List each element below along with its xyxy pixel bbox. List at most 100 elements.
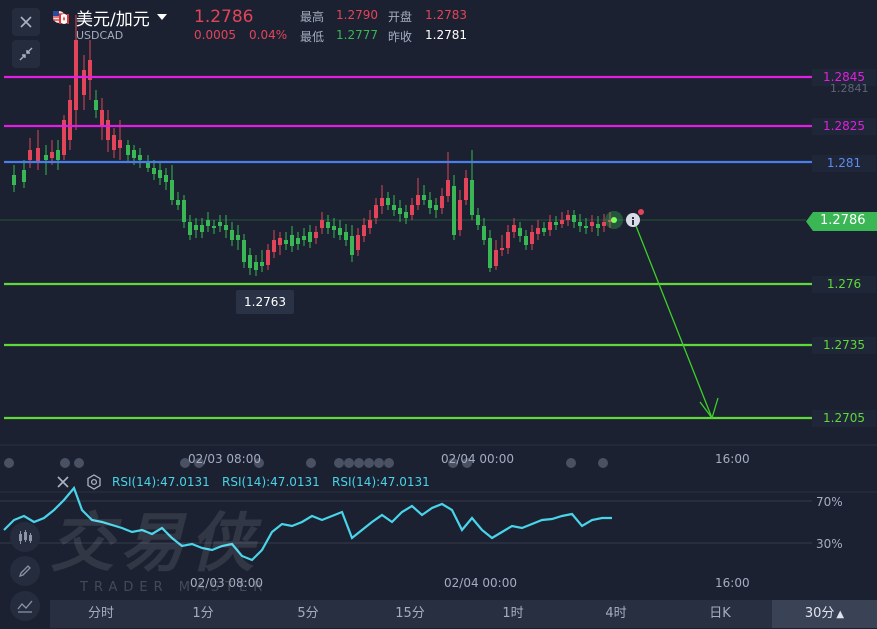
timeframe-1m[interactable]: 1分 — [178, 600, 228, 628]
candle-60 — [386, 198, 390, 205]
candle-31 — [212, 226, 216, 228]
candle-90 — [566, 215, 570, 220]
candle-92 — [578, 222, 582, 226]
timeline-marker-dot[interactable] — [384, 458, 394, 468]
candle-56 — [362, 225, 366, 236]
candle-23 — [164, 175, 168, 182]
open-label: 开盘 — [388, 10, 413, 24]
current-price-tag: 1.2786 — [806, 212, 877, 231]
level-tag-6[interactable]: 1.2705 — [812, 410, 876, 427]
candle-63 — [404, 212, 408, 218]
candle-58 — [374, 205, 378, 218]
us-ca-flag-icon — [53, 11, 69, 24]
candle-89 — [560, 220, 564, 224]
candle-25 — [176, 200, 180, 205]
candle-3 — [36, 148, 40, 162]
candle-47 — [308, 232, 312, 242]
chart-type-button[interactable] — [10, 591, 40, 621]
candle-10 — [82, 70, 86, 95]
candle-70 — [446, 180, 450, 196]
close-chart-button[interactable] — [12, 8, 40, 36]
prev-close-label: 昨收 — [388, 30, 413, 44]
candle-14 — [106, 120, 110, 140]
timeline-marker-dot[interactable] — [598, 458, 608, 468]
candle-30 — [206, 220, 210, 226]
candle-59 — [380, 198, 384, 206]
fullscreen-toggle-button[interactable] — [12, 40, 40, 68]
caret-up-icon: ▲ — [836, 609, 845, 620]
timeframe-4h[interactable]: 4时 — [591, 600, 641, 628]
time-label-1: 02/03 08:00 — [188, 452, 261, 466]
timeline-marker-dot[interactable] — [566, 458, 576, 468]
caret-down-icon — [156, 14, 167, 20]
timeframe-30m-selected[interactable]: 30分 ▲ — [772, 600, 877, 628]
price-change: 0.0005 — [194, 28, 236, 42]
candlestick-icon — [19, 530, 32, 544]
candle-21 — [152, 168, 156, 174]
timeline-marker-dot[interactable] — [334, 458, 344, 468]
prev-close-value: 1.2781 — [425, 28, 467, 42]
candle-57 — [368, 220, 372, 228]
close-icon — [57, 476, 69, 488]
candle-15 — [112, 135, 116, 150]
candle-19 — [138, 155, 142, 160]
close-indicator-button[interactable] — [55, 474, 71, 490]
alert-dot — [638, 209, 644, 215]
candle-1 — [22, 170, 26, 182]
candle-86 — [542, 228, 546, 232]
timeframe-15m[interactable]: 15分 — [385, 600, 435, 628]
rsi-time-label-2: 02/04 00:00 — [444, 576, 517, 590]
candle-66 — [422, 195, 426, 200]
symbol-code: USDCAD — [76, 29, 124, 42]
price-chart[interactable] — [0, 0, 877, 629]
timeframe-tick[interactable]: 分时 — [76, 600, 126, 628]
level-tag-3[interactable]: 1.281 — [812, 155, 876, 172]
level-tag-4[interactable]: 1.276 — [812, 276, 876, 293]
candle-29 — [200, 225, 204, 232]
open-value: 1.2783 — [425, 8, 467, 22]
rsi-time-label-1: 02/03 08:00 — [190, 576, 263, 590]
indicator-tool-button[interactable] — [10, 522, 40, 552]
timeline-marker-dot[interactable] — [344, 458, 354, 468]
candle-43 — [284, 240, 288, 244]
draw-tool-button[interactable] — [10, 556, 40, 586]
timeframe-1h[interactable]: 1时 — [488, 600, 538, 628]
candle-40 — [266, 250, 270, 265]
candle-50 — [326, 222, 330, 228]
timeframe-5m[interactable]: 5分 — [283, 600, 333, 628]
candle-41 — [272, 240, 276, 252]
candle-37 — [248, 255, 252, 268]
level-tag-2[interactable]: 1.2825 — [812, 118, 876, 135]
faint-price-label: 1.2841 — [830, 82, 869, 95]
timeline-marker-dot[interactable] — [374, 458, 384, 468]
candle-93 — [584, 226, 588, 228]
rsi-level-low: 30% — [816, 537, 843, 551]
candle-51 — [332, 226, 336, 230]
low-label: 最低 — [300, 30, 325, 44]
candle-82 — [518, 228, 522, 236]
close-icon — [20, 16, 32, 28]
timeline-marker-dot[interactable] — [306, 458, 316, 468]
candle-28 — [194, 225, 198, 230]
timeline-marker-dot[interactable] — [4, 458, 14, 468]
candle-71 — [452, 186, 456, 235]
candle-39 — [260, 262, 264, 266]
high-value: 1.2790 — [336, 8, 378, 22]
symbol-selector[interactable]: 美元/加元 — [52, 6, 168, 30]
candle-49 — [320, 220, 324, 228]
level-tag-5[interactable]: 1.2735 — [812, 337, 876, 354]
indicator-settings-button[interactable] — [86, 474, 102, 490]
info-marker[interactable] — [626, 213, 640, 227]
timeline-marker-dot[interactable] — [364, 458, 374, 468]
timeline-marker-dot[interactable] — [60, 458, 70, 468]
timeframe-1d[interactable]: 日K — [695, 600, 745, 628]
timeline-marker-dot[interactable] — [74, 458, 84, 468]
low-price-marker-value: 1.2763 — [244, 295, 286, 309]
timeline-marker-dot[interactable] — [354, 458, 364, 468]
candle-62 — [398, 208, 402, 214]
rsi-label-2: RSI(14):47.0131 — [222, 475, 320, 489]
candle-78 — [494, 250, 498, 266]
candle-33 — [224, 225, 228, 230]
candle-5 — [50, 152, 54, 158]
candle-8 — [68, 100, 72, 140]
